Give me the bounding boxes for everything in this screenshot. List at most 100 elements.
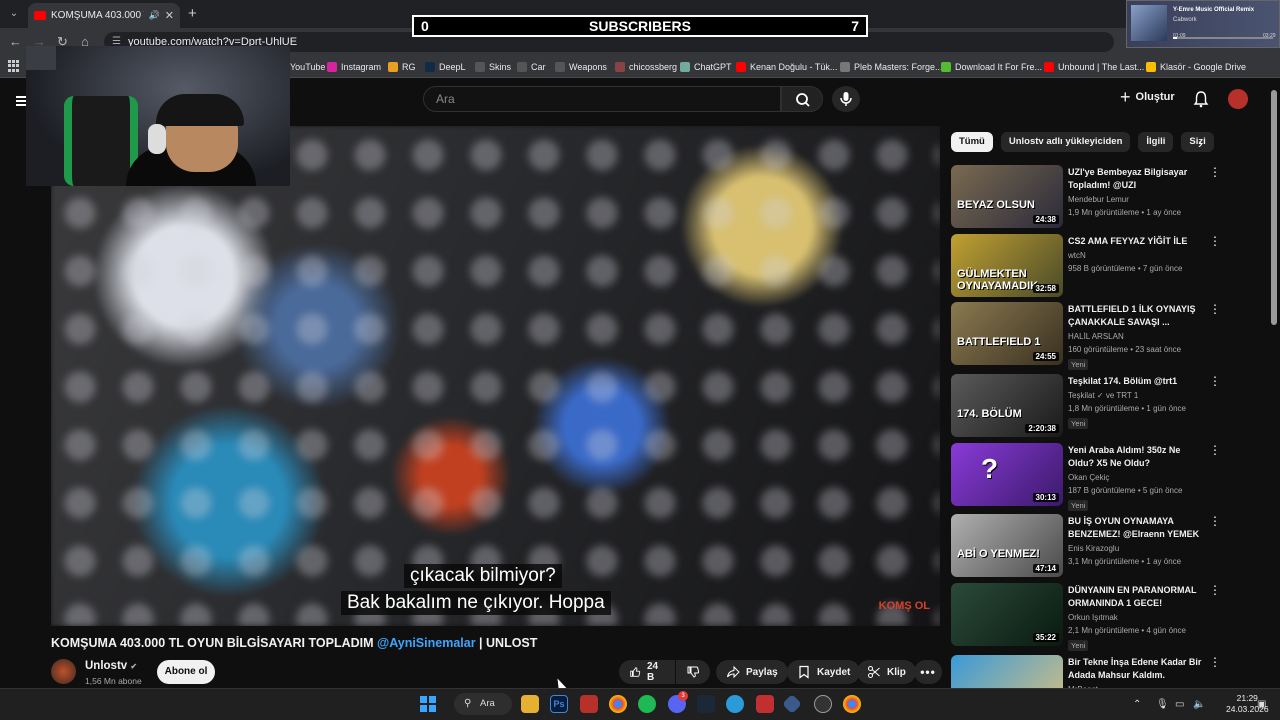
recommended-channel-name[interactable]: wtcN [1068, 251, 1086, 260]
obs-icon[interactable] [814, 695, 832, 713]
video-thumbnail[interactable]: ABİ O YENMEZ! 47:14 [951, 514, 1063, 577]
bookmark-item[interactable]: Weapons [555, 56, 607, 78]
bookmark-item[interactable]: chicossberg [615, 56, 677, 78]
recommended-channel-name[interactable]: Enis Kirazoglu [1068, 544, 1119, 553]
more-horizontal-icon: ••• [920, 665, 936, 679]
back-icon[interactable]: ← [9, 34, 22, 49]
video-thumbnail[interactable]: ? 30:13 [951, 443, 1063, 506]
browser-tab[interactable]: KOMŞUMA 403.000 TL OYUN 🔊 ✕ [28, 3, 180, 28]
title-mention-link[interactable]: @AyniSinemalar [377, 636, 476, 650]
clip-button[interactable]: Klip [857, 660, 916, 684]
bookmark-icon [799, 665, 809, 679]
taskbar-search[interactable]: ⚲ Ara [454, 693, 512, 715]
bookmark-item[interactable]: Instagram [327, 56, 381, 78]
filter-chip[interactable]: Unlostv adlı yükleyiciden [1000, 132, 1131, 152]
more-actions-button[interactable]: ••• [914, 660, 942, 684]
network-icon[interactable]: ▭ [1175, 699, 1184, 710]
chrome-active-icon[interactable] [843, 695, 861, 713]
file-explorer-icon[interactable] [521, 695, 539, 713]
bookmark-item[interactable]: Klasör - Google Drive [1146, 56, 1246, 78]
more-vertical-icon[interactable]: ⋮ [1209, 444, 1221, 456]
filter-chip[interactable]: Tümü [951, 132, 993, 152]
bookmark-item[interactable]: Kenan Doğulu - Tük... [736, 56, 837, 78]
account-avatar[interactable] [1228, 89, 1248, 109]
chrome-icon[interactable] [609, 695, 627, 713]
notifications-button[interactable] [1192, 90, 1210, 113]
recommended-video[interactable]: ABİ O YENMEZ! 47:14 BU İŞ OYUN OYNAMAYA BE… [951, 514, 1231, 578]
save-button[interactable]: Kaydet [787, 660, 861, 684]
channel-name[interactable]: Unlostv ✔ [85, 660, 137, 672]
audio-icon[interactable]: 🔊 [149, 10, 160, 21]
recommended-channel-name[interactable]: Okan Çekiç [1068, 473, 1109, 482]
recommended-channel-name[interactable]: HALİL ARSLAN [1068, 332, 1124, 341]
video-duration: 30:13 [1032, 493, 1059, 502]
recommended-video-title[interactable]: BU İŞ OYUN OYNAMAYA BENZEMEZ! @Elraenn Y… [1068, 515, 1208, 541]
recommended-video[interactable]: ? 30:13 Yeni Araba Aldım! 350z Ne Oldu? X5… [951, 443, 1231, 511]
tab-search-icon[interactable]: ⌄ [6, 6, 22, 22]
steam-icon[interactable] [697, 695, 715, 713]
bookmark-item[interactable]: RG [388, 56, 416, 78]
spotify-icon[interactable] [638, 695, 656, 713]
bookmark-item[interactable]: DeepL [425, 56, 466, 78]
bookmark-item[interactable]: Unbound | The Last... [1044, 56, 1144, 78]
new-tab-button[interactable]: + [188, 5, 197, 22]
recommended-video[interactable]: BEYAZ OLSUN 24:38 UZI'ye Bembeyaz Bilgisay… [951, 165, 1231, 229]
filter-chip[interactable]: İlgili [1138, 132, 1174, 152]
scrollbar[interactable] [1271, 90, 1277, 325]
voice-search-button[interactable] [832, 86, 860, 112]
tray-chevron-icon[interactable]: ⌃ [1133, 699, 1141, 710]
more-vertical-icon[interactable]: ⋮ [1209, 166, 1221, 178]
search-button[interactable] [781, 86, 823, 112]
video-player[interactable]: çıkacak bilmiyor? Bak bakalım ne çıkıyor… [51, 126, 940, 626]
bookmark-item[interactable]: Pleb Masters: Forge... [840, 56, 943, 78]
recommended-video-title[interactable]: UZI'ye Bembeyaz Bilgisayar Topladım! @UZ… [1068, 166, 1208, 192]
subscribe-button[interactable]: Abone ol [157, 660, 215, 684]
photoshop-icon[interactable]: Ps [550, 695, 568, 713]
app-icon[interactable] [756, 695, 774, 713]
more-vertical-icon[interactable]: ⋮ [1209, 303, 1221, 315]
recommended-video[interactable]: BATTLEFIELD 1 24:55 BATTLEFIELD 1 İLK OYNA… [951, 302, 1231, 370]
video-thumbnail[interactable]: 174. BÖLÜM 2:20:38 [951, 374, 1063, 437]
recommended-video-title[interactable]: Teşkilat 174. Bölüm @trt1 [1068, 375, 1208, 388]
recommended-video-title[interactable]: BATTLEFIELD 1 İLK OYNAYIŞ ÇANAKKALE SAVA… [1068, 303, 1208, 329]
more-vertical-icon[interactable]: ⋮ [1209, 584, 1221, 596]
create-button[interactable]: + Oluştur [1120, 88, 1175, 106]
share-button[interactable]: Paylaş [716, 660, 788, 684]
channel-avatar[interactable] [51, 659, 76, 684]
more-vertical-icon[interactable]: ⋮ [1209, 656, 1221, 668]
video-thumbnail[interactable]: GÜLMEKTEN OYNAYAMADIK 32:58 [951, 234, 1063, 297]
like-button[interactable]: 24 B [619, 660, 675, 684]
bookmark-item[interactable]: Skins [475, 56, 511, 78]
recommended-channel-name[interactable]: Mendebur Lemur [1068, 195, 1129, 204]
more-vertical-icon[interactable]: ⋮ [1209, 375, 1221, 387]
edge-icon[interactable] [726, 695, 744, 713]
recommended-video-title[interactable]: Yeni Araba Aldım! 350z Ne Oldu? X5 Ne Ol… [1068, 444, 1208, 470]
bookmark-item[interactable]: ChatGPT [680, 56, 732, 78]
more-vertical-icon[interactable]: ⋮ [1209, 515, 1221, 527]
search-input[interactable]: Ara [423, 86, 781, 112]
close-tab-icon[interactable]: ✕ [165, 9, 174, 22]
recommended-channel-name[interactable]: Orkun Işıtmak [1068, 613, 1118, 622]
more-vertical-icon[interactable]: ⋮ [1209, 235, 1221, 247]
recommended-video-title[interactable]: Bir Tekne İnşa Edene Kadar Bir Adada Mah… [1068, 656, 1208, 682]
chevron-right-icon[interactable]: › [1198, 135, 1203, 151]
video-thumbnail[interactable]: 35:22 [951, 583, 1063, 646]
recommended-video[interactable]: 35:22 DÜNYANIN EN PARANORMAL ORMANINDA 1 … [951, 583, 1231, 651]
volume-icon[interactable]: 🔈 [1193, 699, 1205, 710]
video-thumbnail[interactable]: BATTLEFIELD 1 24:55 [951, 302, 1063, 365]
recommended-channel-name[interactable]: Teşkilat ✓ ve TRT 1 [1068, 391, 1138, 400]
filezilla-icon[interactable] [580, 695, 598, 713]
bookmark-item[interactable]: Car [517, 56, 546, 78]
video-thumbnail[interactable]: BEYAZ OLSUN 24:38 [951, 165, 1063, 228]
apps-grid-icon[interactable] [8, 60, 20, 72]
recommended-video-title[interactable]: DÜNYANIN EN PARANORMAL ORMANINDA 1 GECE! [1068, 584, 1208, 610]
recommended-video[interactable]: GÜLMEKTEN OYNAYAMADIK 32:58 CS2 AMA FEYYAZ… [951, 234, 1231, 298]
notification-center-icon[interactable]: ▣ [1257, 699, 1266, 710]
recommended-video[interactable]: 174. BÖLÜM 2:20:38 Teşkilat 174. Bölüm @tr… [951, 374, 1231, 438]
recommended-video-title[interactable]: CS2 AMA FEYYAZ YİĞİT İLE [1068, 235, 1208, 248]
channel-watermark[interactable]: KOMŞ OL [879, 601, 930, 612]
windows-start-icon[interactable] [420, 696, 436, 712]
bookmark-item[interactable]: Download It For Fre... [941, 56, 1042, 78]
microphone-tray-icon[interactable]: 🎙 [1156, 699, 1169, 710]
dislike-button[interactable] [676, 660, 710, 684]
